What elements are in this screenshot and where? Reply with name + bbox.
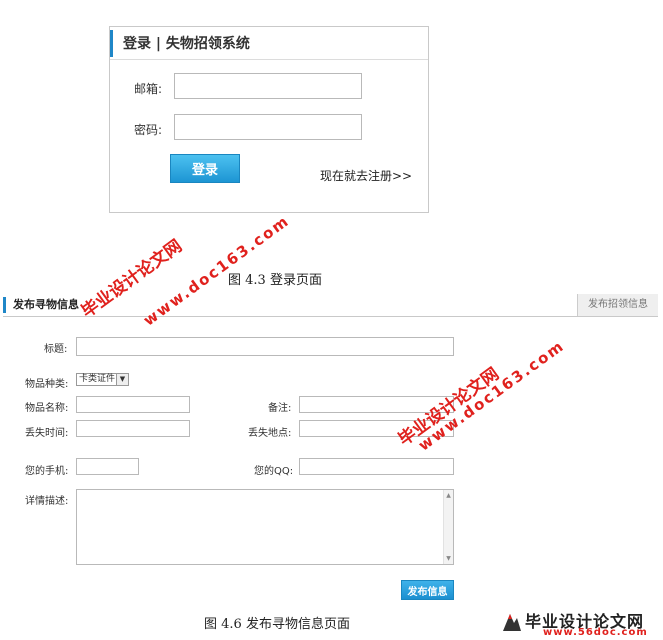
chevron-down-icon: ▼: [116, 374, 128, 385]
accent-bar: [3, 297, 6, 313]
password-input[interactable]: [174, 114, 362, 140]
publish-button[interactable]: 发布信息: [401, 580, 454, 600]
password-label: 密码:: [134, 123, 163, 137]
detail-label: 详情描述:: [25, 496, 69, 507]
phone-label: 您的手机:: [25, 466, 69, 477]
accent-bar: [110, 30, 113, 57]
site-logo: 毕业设计论文网 www.56doc.com: [499, 607, 662, 640]
lost-place-label: 丢失地点:: [248, 428, 292, 439]
lost-time-input[interactable]: [76, 420, 190, 437]
item-name-input[interactable]: [76, 396, 190, 413]
login-title: 登录 | 失物招领系统: [123, 36, 250, 52]
detail-textarea[interactable]: ▲ ▼: [76, 489, 454, 565]
scroll-down-icon[interactable]: ▼: [444, 555, 453, 562]
tab-label: 发布寻物信息: [13, 298, 79, 311]
qq-label: 您的QQ:: [254, 466, 294, 477]
title-input[interactable]: [76, 337, 454, 356]
qq-input[interactable]: [299, 458, 454, 475]
tab-publish-found[interactable]: 发布招领信息: [577, 294, 658, 316]
login-panel: 登录 | 失物招领系统 邮箱: 密码: 登录 现在就去注册>>: [109, 26, 429, 213]
caption-login: 图 4.3 登录页面: [228, 273, 322, 288]
tab-publish-lost[interactable]: 发布寻物信息: [3, 294, 79, 316]
login-button[interactable]: 登录: [170, 154, 240, 183]
item-name-label: 物品名称:: [25, 403, 69, 414]
scrollbar[interactable]: ▲ ▼: [443, 490, 453, 564]
scroll-up-icon[interactable]: ▲: [444, 492, 453, 499]
category-label: 物品种类:: [25, 379, 69, 390]
register-link[interactable]: 现在就去注册>>: [320, 167, 412, 184]
logo-icon: [503, 614, 521, 631]
remark-label: 备注:: [268, 403, 292, 414]
category-value: 卡类证件: [79, 374, 116, 384]
caption-publish: 图 4.6 发布寻物信息页面: [204, 617, 350, 632]
title-label: 标题:: [44, 344, 68, 355]
email-input[interactable]: [174, 73, 362, 99]
email-label: 邮箱:: [134, 82, 163, 96]
category-select[interactable]: 卡类证件 ▼: [76, 373, 129, 386]
phone-input[interactable]: [76, 458, 139, 475]
lost-time-label: 丢失时间:: [25, 428, 69, 439]
logo-url: www.56doc.com: [543, 627, 648, 638]
login-header: 登录 | 失物招领系统: [110, 27, 428, 60]
